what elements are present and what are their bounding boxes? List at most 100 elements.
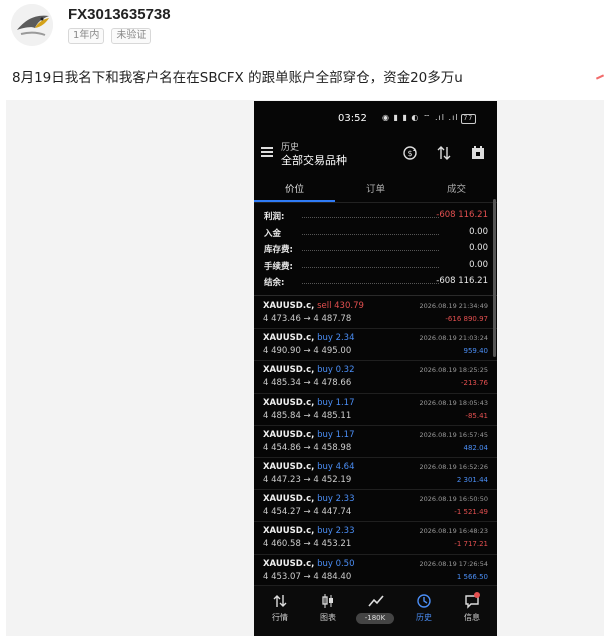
active-tab-indicator	[254, 200, 335, 202]
deal-symbol: XAUUSD.c,	[263, 301, 315, 311]
deal-symbol-line: XAUUSD.c, buy 2.33	[263, 494, 355, 504]
nav-chart[interactable]: 图表	[304, 586, 352, 636]
deal-profit: 482.04	[463, 443, 489, 452]
deal-prices: 4 454.86 → 4 458.98	[263, 442, 352, 453]
nav-trade[interactable]: -180K	[352, 586, 400, 636]
deal-symbol: XAUUSD.c,	[263, 461, 315, 472]
deal-symbol: XAUUSD.c,	[263, 333, 315, 344]
history-tabs: 价位 订单 成交	[254, 175, 497, 203]
symbol-filter[interactable]: 全部交易品种	[281, 152, 347, 168]
deal-row[interactable]: XAUUSD.c, buy 1.17 4 454.86 → 4 458.98 202…	[254, 426, 497, 458]
summary-panel: 利润: -608 116.21 入金 0.00 库存费: 0.00 手续费: 0…	[254, 207, 497, 290]
deal-profit: -616 890.97	[445, 315, 488, 323]
nav-history[interactable]: 历史	[400, 586, 448, 636]
nav-label: 历史	[416, 613, 432, 622]
svg-text:$: $	[407, 149, 412, 158]
candlestick-icon	[322, 594, 333, 608]
summary-value: 0.00	[469, 226, 488, 237]
deal-row[interactable]: XAUUSD.c, buy 2.33 4 454.27 → 4 447.74 202…	[254, 490, 497, 523]
summary-label: 库存费:	[264, 245, 293, 255]
status-time: 03:52	[338, 113, 367, 124]
summary-label: 结余:	[264, 278, 285, 288]
tab-deals[interactable]: 成交	[447, 181, 466, 195]
notification-dot	[474, 592, 480, 598]
deal-symbol-line: XAUUSD.c, buy 1.17	[263, 430, 355, 440]
deal-prices: 4 447.23 → 4 452.19	[263, 474, 352, 485]
nav-quotes[interactable]: 行情	[256, 586, 304, 636]
deal-row[interactable]: XAUUSD.c, buy 0.32 4 485.34 → 4 478.66 202…	[254, 361, 497, 394]
deal-prices: 4 454.27 → 4 447.74	[263, 507, 352, 518]
menu-icon[interactable]	[261, 147, 273, 157]
deal-symbol-line: XAUUSD.c, buy 0.32	[263, 365, 355, 375]
deal-side: sell 430.79	[317, 301, 364, 311]
status-icons: ◉ ▮ ▮ ◐ ⌔ .ıl .ıl 77	[382, 113, 477, 124]
deal-symbol-line: XAUUSD.c, sell 430.79	[263, 301, 364, 311]
deal-side: buy 2.33	[317, 526, 355, 537]
summary-value: 0.00	[469, 243, 488, 253]
nav-label: 行情	[272, 613, 288, 622]
deal-side: buy 0.32	[317, 365, 355, 376]
sort-icon[interactable]	[436, 145, 452, 161]
deal-prices: 4 490.90 → 4 495.00	[263, 346, 352, 357]
scrollbar[interactable]	[493, 199, 496, 357]
summary-value: -608 116.21	[436, 210, 488, 220]
deal-time: 2026.08.19 18:25:25	[419, 366, 488, 375]
summary-row-balance: 结余: -608 116.21	[254, 273, 497, 290]
tab-orders[interactable]: 订单	[366, 181, 385, 195]
deal-time: 2026.08.19 16:48:23	[419, 527, 488, 536]
deal-list: XAUUSD.c, sell 430.79 4 473.46 → 4 487.78…	[254, 297, 497, 587]
deal-profit: 959.40	[463, 347, 489, 356]
nav-pill: -180K	[356, 613, 394, 624]
username[interactable]: FX3013635738	[68, 6, 171, 23]
deal-row[interactable]: XAUUSD.c, buy 1.17 4 485.84 → 4 485.11 202…	[254, 394, 497, 426]
deal-side: buy 0.50	[317, 558, 355, 569]
deal-time: 2026.08.19 18:05:43	[419, 398, 488, 407]
nav-label: 信息	[464, 613, 480, 622]
deal-time: 2026.08.19 16:52:26	[419, 462, 488, 471]
deal-symbol-line: XAUUSD.c, buy 2.33	[263, 526, 355, 536]
summary-row-deposit: 入金 0.00	[254, 224, 497, 241]
phone-screenshot: 03:52 ◉ ▮ ▮ ◐ ⌔ .ıl .ıl 77 历史 全部交易品种 $ 价位…	[254, 101, 497, 636]
deal-row[interactable]: XAUUSD.c, sell 430.79 4 473.46 → 4 487.78…	[254, 297, 497, 330]
deal-row[interactable]: XAUUSD.c, buy 2.34 4 490.90 → 4 495.00 202…	[254, 329, 497, 362]
summary-label: 手续费:	[264, 261, 293, 272]
deal-profit: -1 717.21	[454, 540, 488, 549]
deal-time: 2026.08.19 21:34:49	[419, 302, 488, 310]
deal-side: buy 2.34	[317, 333, 355, 344]
badge-group: 1年内 未验证	[68, 28, 152, 44]
deal-time: 2026.08.19 17:26:54	[419, 559, 488, 568]
deal-symbol-line: XAUUSD.c, buy 0.50	[263, 559, 355, 569]
status-icon-row: ◉ ▮ ▮ ◐ ⌔ .ıl .ıl	[382, 113, 459, 122]
deal-symbol: XAUUSD.c,	[263, 558, 315, 569]
avatar[interactable]	[11, 4, 53, 46]
deal-row[interactable]: XAUUSD.c, buy 0.50 4 453.07 → 4 484.40 202…	[254, 555, 497, 587]
deal-side: buy 1.17	[317, 429, 355, 440]
eagle-logo-icon	[11, 4, 53, 46]
deal-profit: -85.41	[465, 411, 488, 420]
deal-row[interactable]: XAUUSD.c, buy 4.64 4 447.23 → 4 452.19 202…	[254, 458, 497, 491]
deal-prices: 4 473.46 → 4 487.78	[263, 314, 352, 324]
app-bar: 历史 全部交易品种 $	[254, 135, 497, 171]
deal-symbol-line: XAUUSD.c, buy 2.34	[263, 333, 355, 343]
summary-value: -608 116.21	[436, 276, 488, 286]
deal-side: buy 4.64	[317, 461, 355, 472]
summary-label: 利润:	[264, 212, 285, 222]
badge-account-age: 1年内	[68, 28, 105, 44]
nav-messages[interactable]: 信息	[448, 586, 496, 636]
deal-symbol: XAUUSD.c,	[263, 365, 315, 376]
deal-row[interactable]: XAUUSD.c, buy 2.33 4 460.58 → 4 453.21 202…	[254, 522, 497, 555]
deal-symbol-line: XAUUSD.c, buy 4.64	[263, 462, 355, 472]
deal-side: buy 1.17	[317, 397, 355, 408]
deal-symbol: XAUUSD.c,	[263, 397, 315, 408]
tab-positions[interactable]: 价位	[285, 181, 304, 195]
deal-side: buy 2.33	[317, 494, 355, 505]
badge-verification: 未验证	[111, 28, 152, 44]
history-clock-icon	[417, 594, 431, 608]
currency-refresh-icon[interactable]: $	[402, 145, 418, 161]
summary-row-swap: 库存费: 0.00	[254, 240, 497, 257]
calendar-icon[interactable]	[470, 145, 486, 161]
deal-time: 2026.08.19 16:50:50	[419, 495, 488, 504]
deal-symbol-line: XAUUSD.c, buy 1.17	[263, 398, 355, 408]
deal-symbol: XAUUSD.c,	[263, 494, 315, 505]
deal-symbol: XAUUSD.c,	[263, 429, 315, 440]
